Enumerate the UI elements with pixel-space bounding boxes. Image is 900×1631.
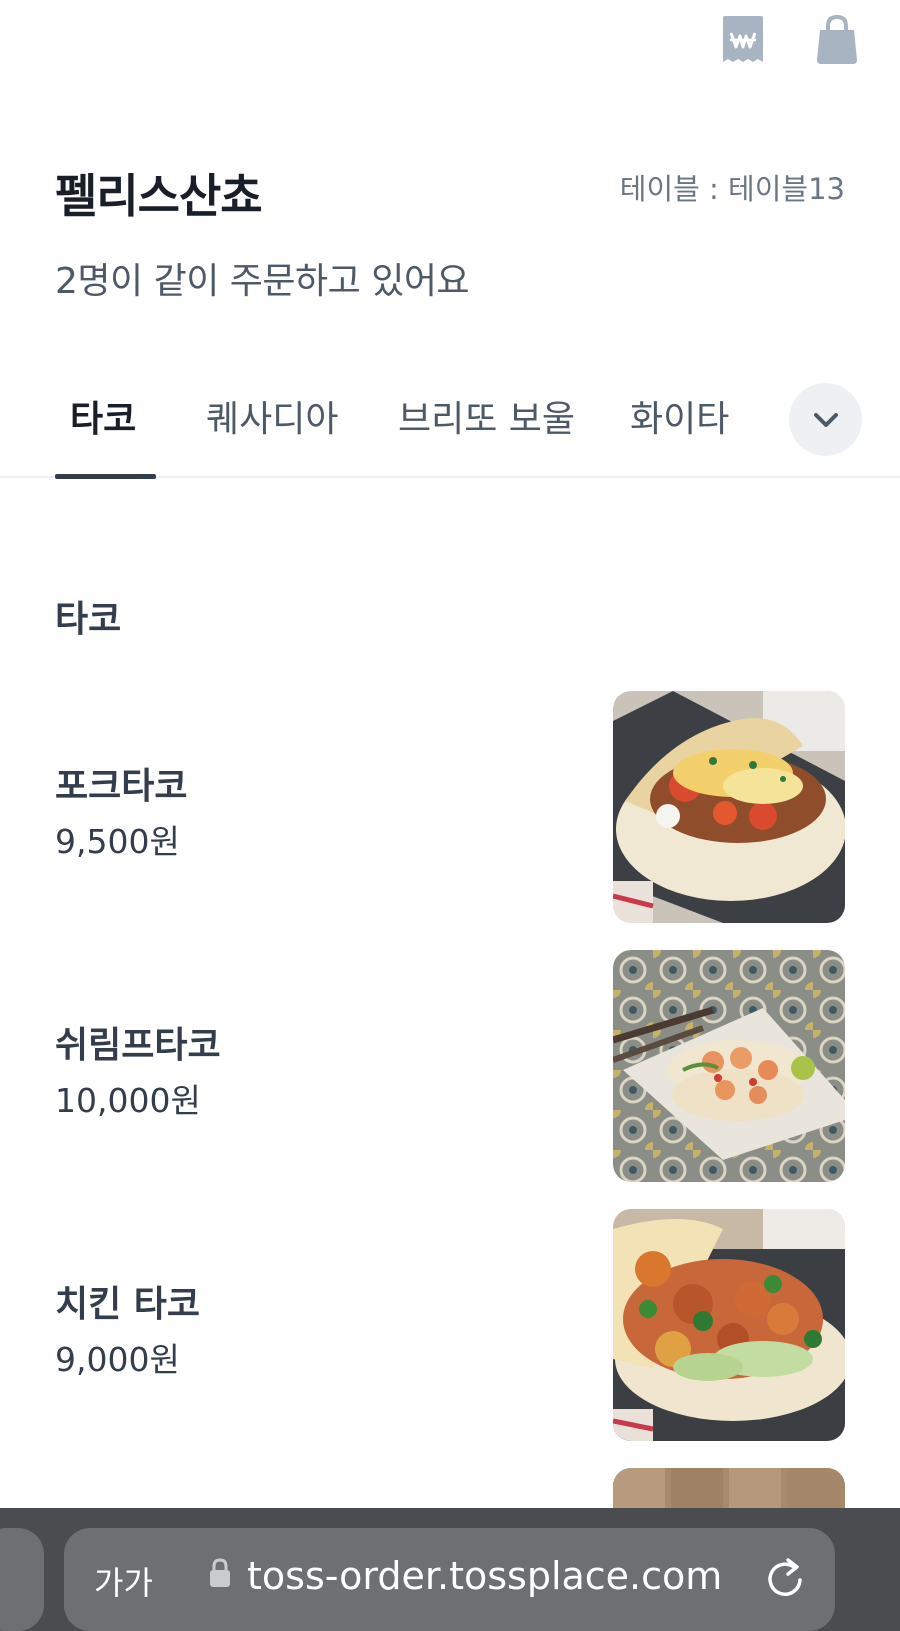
menu-item-photo [613, 950, 845, 1182]
menu-item-name: 치킨 타코 [55, 1284, 201, 1325]
top-actions [720, 14, 860, 66]
text-size-button[interactable]: 가가 [94, 1558, 153, 1604]
menu-item-price: 10,000원 [55, 1081, 201, 1120]
section-title: 타코 [55, 599, 122, 640]
browser-address-bar: 가가 toss-order.tossplace.com [0, 1508, 900, 1631]
more-tabs-button[interactable] [789, 383, 862, 456]
tab-burrito-bowl[interactable]: 브리또 보울 [398, 390, 575, 442]
reload-icon[interactable] [764, 1554, 806, 1604]
tab-fajita[interactable]: 화이타 [630, 390, 729, 442]
ordering-together-text: 2명이 같이 주문하고 있어요 [55, 261, 470, 302]
menu-item-price: 9,500원 [55, 822, 180, 861]
won-receipt-icon[interactable] [720, 14, 766, 66]
tab-taco[interactable]: 타코 [70, 390, 136, 442]
menu-item-photo [613, 691, 845, 923]
chevron-down-icon [813, 412, 838, 427]
previous-tab-pill[interactable] [0, 1528, 44, 1631]
menu-item-price: 9,000원 [55, 1340, 180, 1379]
url-text: toss-order.tossplace.com [247, 1554, 723, 1598]
lock-icon [209, 1558, 231, 1592]
store-header: 펠리스산쵸 테이블 : 테이블13 2명이 같이 주문하고 있어요 [55, 160, 845, 304]
active-tab-indicator [55, 474, 156, 479]
menu-item-photo-partial [613, 1468, 845, 1508]
menu-item-photo [613, 1209, 845, 1441]
menu-item-name: 쉬림프타코 [55, 1025, 221, 1066]
menu-item[interactable]: 쉬림프타코 10,000원 [0, 950, 900, 1182]
url-field[interactable]: 가가 toss-order.tossplace.com [64, 1528, 835, 1631]
shopping-bag-icon[interactable] [814, 14, 860, 66]
table-info: 테이블 : 테이블13 [619, 172, 845, 206]
menu-item[interactable]: 치킨 타코 9,000원 [0, 1209, 900, 1441]
tab-quesadilla[interactable]: 퀘사디아 [206, 390, 338, 442]
menu-item-name: 포크타코 [55, 766, 188, 807]
category-tabs: 타코 퀘사디아 브리또 보울 화이타 [0, 368, 900, 479]
menu-item[interactable]: 포크타코 9,500원 [0, 691, 900, 923]
